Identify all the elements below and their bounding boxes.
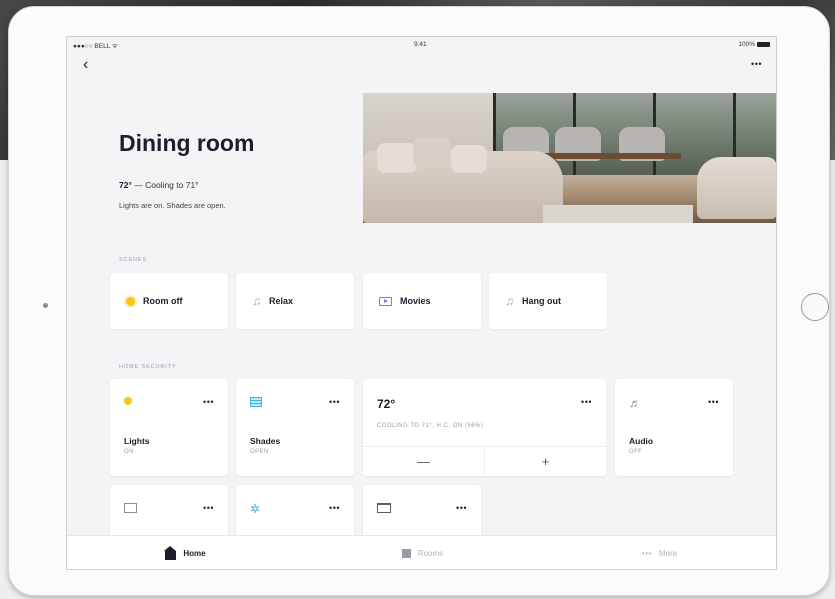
frame-icon [377,503,391,513]
bulb-icon [124,397,132,405]
device-name: Lights [124,436,150,446]
scene-label: Movies [400,296,431,306]
rooms-icon [401,549,411,558]
scene-label: Relax [269,296,294,306]
thermostat-status: COOLING TO 71°, H.C. ON (56%) [377,423,484,429]
music-icon: ♬ [629,396,641,410]
battery-icon [757,42,770,47]
device-name: Audio [629,436,654,446]
scene-label: Room off [143,296,183,306]
app-screen: ●●●○○ BELL ᯤ 9:41 100% ‹ ••• Dining room… [66,36,777,570]
tab-more[interactable]: ••• More [541,536,776,569]
device-state: ON [124,449,134,455]
temperature-summary: 72° — Cooling to 71° [119,180,199,190]
back-button[interactable]: ‹ [83,57,88,73]
room-photo [363,93,776,223]
music-note-icon: ♫ [505,294,514,308]
thermostat-card: 72° ••• COOLING TO 71°, H.C. ON (56%) — … [363,379,606,476]
shades-icon [250,397,262,407]
scene-room-off[interactable]: Room off [110,273,228,329]
scene-movies[interactable]: Movies [363,273,481,329]
tab-home[interactable]: Home [67,536,304,569]
tab-label: Home [183,549,206,558]
music-note-icon: ♫ [252,294,261,308]
tab-rooms[interactable]: Rooms [304,536,541,569]
thermostat-more-button[interactable]: ••• [581,397,592,407]
decrease-temperature-button[interactable]: — [363,447,484,476]
device-card-audio[interactable]: ♬ ••• Audio OFF [615,379,733,476]
screen-icon [124,503,137,513]
more-dots-icon: ••• [751,59,762,69]
device-more-button[interactable]: ••• [456,503,467,513]
room-status: Lights are on. Shades are open. [119,201,226,210]
device-card-shades[interactable]: ••• Shades OPEN [236,379,354,476]
camera-dot [43,303,48,308]
device-more-button[interactable]: ••• [329,397,340,407]
tab-label: Rooms [417,549,444,558]
tab-label: More [658,549,678,558]
dots-icon: ••• [641,549,652,558]
scene-hang-out[interactable]: ♫ Hang out [489,273,607,329]
device-more-button[interactable]: ••• [329,503,340,513]
increase-temperature-button[interactable]: + [484,447,606,476]
scene-relax[interactable]: ♫ Relax [236,273,354,329]
sun-icon [126,296,135,306]
home-icon [164,545,177,560]
scene-label: Hang out [522,296,561,306]
device-state: OFF [629,449,643,455]
chevron-left-icon: ‹ [83,56,89,73]
status-time: 9:41 [414,41,427,48]
home-security-section-label: HOME SECURITY [119,364,177,370]
fan-icon: ✲ [250,502,261,516]
home-hardware-button[interactable] [801,293,829,321]
status-bar: ●●●○○ BELL ᯤ 9:41 100% [67,37,776,53]
thermostat-controls: — + [363,446,606,476]
more-options-button[interactable]: ••• [751,59,762,69]
device-card-lights[interactable]: ••• Lights ON [110,379,228,476]
status-carrier: ●●●○○ BELL ᯤ [73,43,118,50]
current-temperature: 72° [119,180,132,190]
status-battery: 100% [738,41,770,48]
temperature-detail: — Cooling to 71° [131,180,199,190]
scenes-section-label: SCENES [119,257,148,263]
device-more-button[interactable]: ••• [203,503,214,513]
battery-percent: 100% [738,41,755,48]
device-more-button[interactable]: ••• [203,397,214,407]
device-state: OPEN [250,449,269,455]
thermostat-temperature: 72° [377,397,396,411]
tab-bar: Home Rooms ••• More [67,535,776,569]
device-more-button[interactable]: ••• [708,397,719,407]
page-title: Dining room [119,130,255,156]
device-name: Shades [250,436,281,446]
tv-icon [379,296,392,306]
